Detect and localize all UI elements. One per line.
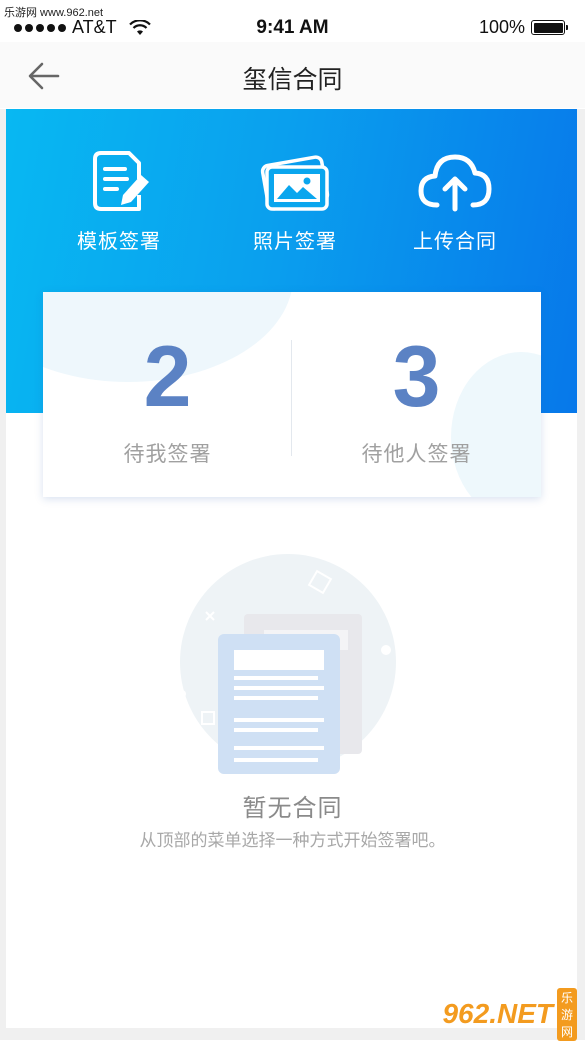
photo-sign-button[interactable]: 照片签署 <box>220 149 370 254</box>
stats-card: 2 待我签署 3 待他人签署 <box>43 292 541 497</box>
stat-caption: 待我签署 <box>123 442 212 466</box>
photo-icon <box>260 155 330 211</box>
battery-icon <box>531 20 568 35</box>
stat-number: 3 <box>392 329 441 425</box>
action-label: 照片签署 <box>253 229 337 253</box>
stat-number: 2 <box>143 329 192 425</box>
stat-caption: 待他人签署 <box>361 442 472 466</box>
cloud-upload-icon <box>418 154 492 212</box>
pending-others-sign[interactable]: 3 待他人签署 <box>292 332 541 468</box>
action-label: 模板签署 <box>77 229 161 253</box>
template-sign-button[interactable]: 模板签署 <box>44 149 194 254</box>
battery-percent: 100% <box>478 17 525 37</box>
document-pen-icon <box>93 151 149 211</box>
upload-contract-button[interactable]: 上传合同 <box>380 149 530 254</box>
brand-watermark: 962.NET 乐游网 <box>442 987 577 1041</box>
empty-description: 从顶部的菜单选择一种方式开始签署吧。 <box>139 831 446 851</box>
brand-sub: 乐游网 <box>556 987 577 1041</box>
brand-number: 962.NET <box>442 998 553 1029</box>
pending-my-sign[interactable]: 2 待我签署 <box>43 332 292 468</box>
action-label: 上传合同 <box>413 229 497 253</box>
empty-documents-icon <box>178 554 396 774</box>
page-title: 玺信合同 <box>242 65 343 94</box>
status-bar: AT&T 9:41 AM 100% <box>0 14 585 42</box>
nav-bar: 玺信合同 <box>0 42 585 108</box>
right-gutter <box>577 109 585 1029</box>
empty-title: 暂无合同 <box>242 794 343 822</box>
